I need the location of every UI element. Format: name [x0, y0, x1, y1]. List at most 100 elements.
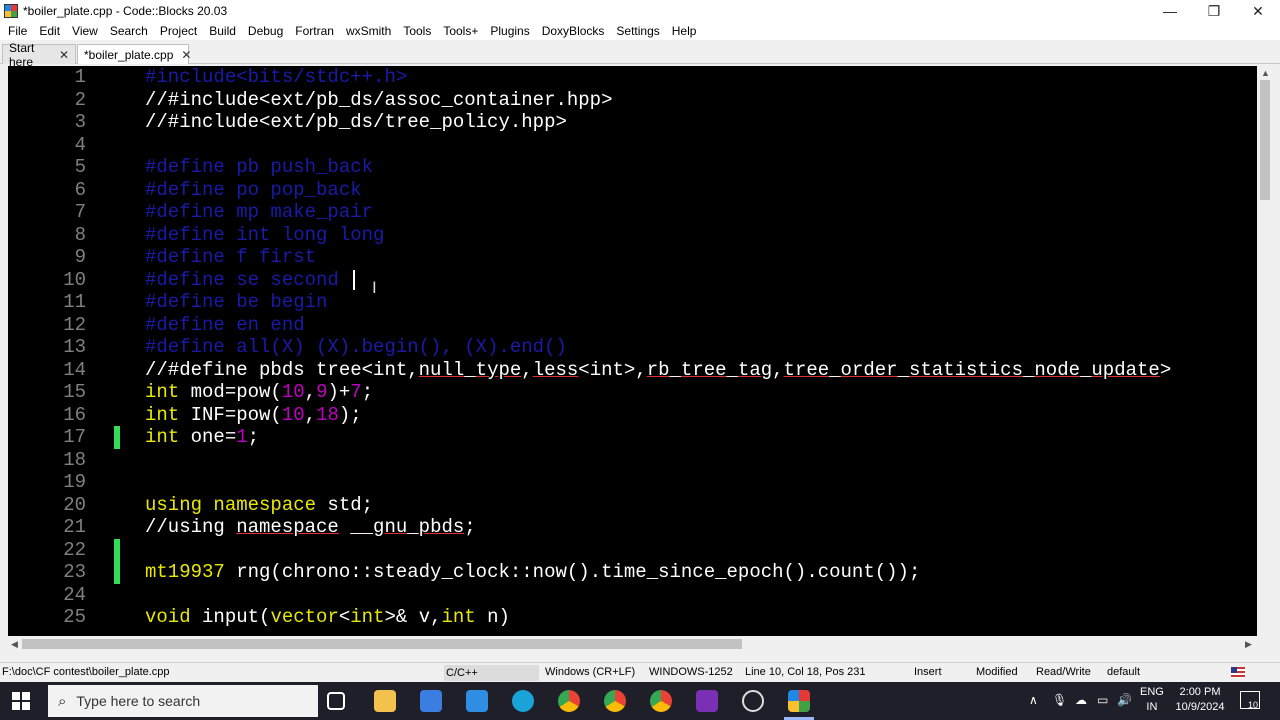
code-line[interactable]: 2 //#include<ext/pb_ds/assoc_container.hp…: [8, 89, 1257, 112]
code-line[interactable]: 8 #define int long long: [8, 224, 1257, 247]
menu-view[interactable]: View: [66, 22, 104, 40]
windows-start-button[interactable]: [12, 692, 30, 710]
windows-taskbar: ⌕ Type here to search ∧ 🎙 ☁ ▭ 🔊 ENG IN 2…: [0, 682, 1280, 720]
insert-mode: Insert: [914, 666, 942, 678]
code-line[interactable]: 5 #define pb push_back: [8, 156, 1257, 179]
menu-tools[interactable]: Tools: [397, 22, 437, 40]
scroll-up-arrow-icon[interactable]: ▲: [1261, 68, 1270, 78]
line-number: 5: [74, 156, 86, 178]
code-line[interactable]: 1 #include<bits/stdc++.h>: [8, 66, 1257, 89]
code-token: input(: [190, 606, 271, 628]
onedrive-cloud-icon[interactable]: ☁: [1075, 693, 1087, 707]
microsoft-store-icon[interactable]: [420, 690, 442, 712]
menu-debug[interactable]: Debug: [242, 22, 289, 40]
code-line[interactable]: 21 //using namespace __gnu_pbds;: [8, 516, 1257, 539]
horizontal-scrollbar[interactable]: ◀ ▶: [8, 636, 1257, 652]
microphone-icon[interactable]: 🎙: [1052, 693, 1067, 707]
code-line[interactable]: 13 #define all(X) (X).begin(), (X).end(): [8, 336, 1257, 359]
menu-fortran[interactable]: Fortran: [289, 22, 340, 40]
mail-icon[interactable]: [466, 690, 488, 712]
access-indicator: Read/Write: [1036, 666, 1091, 678]
file-explorer-icon[interactable]: [374, 690, 396, 712]
line-code: int one=1;: [145, 426, 259, 449]
line-number: 24: [63, 583, 86, 606]
code-line[interactable]: 12 #define en end: [8, 314, 1257, 337]
code-line[interactable]: 15 int mod=pow(10,9)+7;: [8, 381, 1257, 404]
chrome-icon[interactable]: [650, 690, 672, 712]
close-icon[interactable]: ✕: [59, 48, 69, 62]
code-line[interactable]: 20 using namespace std;: [8, 494, 1257, 517]
code-line[interactable]: 6 #define po pop_back: [8, 179, 1257, 202]
code-token: <int>,: [578, 358, 647, 381]
codeblocks-taskbar-icon[interactable]: [788, 690, 810, 712]
code-line[interactable]: 16 int INF=pow(10,18);: [8, 404, 1257, 427]
line-number: 3: [74, 111, 86, 133]
vertical-scroll-thumb[interactable]: [1260, 80, 1270, 200]
line-number: 20: [63, 493, 86, 516]
code-line[interactable]: 9 #define f first: [8, 246, 1257, 269]
code-token: >& v,: [384, 606, 442, 628]
menu-build[interactable]: Build: [203, 22, 242, 40]
tab-start-here[interactable]: Start here ✕: [2, 41, 76, 69]
code-line[interactable]: 25 void input(vector<int>& v,int n): [8, 606, 1257, 629]
line-code: //#include<ext/pb_ds/tree_policy.hpp>: [145, 111, 567, 134]
chevron-up-icon[interactable]: ∧: [1029, 693, 1038, 707]
battery-icon[interactable]: ▭: [1097, 693, 1108, 707]
close-icon[interactable]: ✕: [181, 48, 191, 62]
code-token: mod=pow(: [179, 381, 282, 403]
code-line[interactable]: 7 #define mp make_pair: [8, 201, 1257, 224]
code-line[interactable]: 19: [8, 471, 1257, 494]
menu-wxsmith[interactable]: wxSmith: [340, 22, 397, 40]
code-line[interactable]: 4: [8, 134, 1257, 157]
input-language-indicator[interactable]: ENG IN: [1140, 685, 1164, 715]
minimize-button[interactable]: —: [1148, 0, 1192, 22]
maximize-button[interactable]: ❐: [1192, 0, 1236, 22]
code-line[interactable]: 24: [8, 584, 1257, 607]
code-token: vector: [270, 606, 339, 628]
line-code: #include<bits/stdc++.h>: [145, 66, 407, 89]
obs-recorder-icon[interactable]: [742, 690, 764, 712]
edge-browser-icon[interactable]: [512, 690, 534, 712]
tab-boiler-plate[interactable]: *boiler_plate.cpp ✕: [77, 44, 191, 64]
code-line[interactable]: 22: [8, 538, 1257, 561]
menu-plugins[interactable]: Plugins: [484, 22, 535, 40]
scroll-right-arrow-icon[interactable]: ▶: [1245, 639, 1252, 650]
menu-help[interactable]: Help: [666, 22, 703, 40]
code-token: //using: [145, 516, 237, 538]
onenote-icon[interactable]: [696, 690, 718, 712]
code-line[interactable]: 14//#define pbds tree<int,null_type,less…: [8, 359, 1257, 382]
code-token: #define f first: [145, 246, 317, 268]
code-token: //#include<ext/pb_ds/assoc_container.hpp…: [145, 88, 613, 111]
code-line[interactable]: 11 #define be begin: [8, 291, 1257, 314]
us-flag-icon: [1231, 667, 1245, 678]
chrome-icon[interactable]: [604, 690, 626, 712]
menu-edit[interactable]: Edit: [33, 22, 66, 40]
code-line[interactable]: 3 //#include<ext/pb_ds/tree_policy.hpp>: [8, 111, 1257, 134]
taskbar-clock[interactable]: 2:00 PM 10/9/2024: [1172, 685, 1228, 715]
code-line[interactable]: 18: [8, 449, 1257, 472]
menu-search[interactable]: Search: [104, 22, 154, 40]
menu-tools-plus[interactable]: Tools+: [437, 22, 484, 40]
code-token: ,: [772, 358, 784, 381]
close-button[interactable]: ✕: [1236, 0, 1280, 22]
vertical-scrollbar[interactable]: ▲: [1257, 66, 1273, 636]
menu-doxyblocks[interactable]: DoxyBlocks: [536, 22, 611, 40]
line-code: #define pb push_back: [145, 156, 373, 179]
code-token: int: [441, 606, 476, 628]
chrome-icon[interactable]: [558, 690, 580, 712]
task-view-icon[interactable]: [327, 692, 345, 710]
menu-settings[interactable]: Settings: [610, 22, 665, 40]
code-line[interactable]: 10 #define se second: [8, 269, 1257, 292]
volume-icon[interactable]: 🔊: [1117, 693, 1132, 707]
horizontal-scroll-thumb[interactable]: [22, 639, 742, 649]
scroll-left-arrow-icon[interactable]: ◀: [11, 639, 18, 650]
code-token: )+: [327, 381, 351, 403]
notification-center-icon[interactable]: 10: [1240, 691, 1260, 710]
code-line[interactable]: 23 mt19937 rng(chrono::steady_clock::now(…: [8, 561, 1257, 584]
code-line[interactable]: 17 int one=1;: [8, 426, 1257, 449]
taskbar-search-box[interactable]: ⌕ Type here to search: [48, 685, 318, 717]
code-editor[interactable]: 1 #include<bits/stdc++.h> 2 //#include<ext/…: [8, 66, 1257, 636]
menu-project[interactable]: Project: [154, 22, 203, 40]
menu-file[interactable]: File: [2, 22, 33, 40]
